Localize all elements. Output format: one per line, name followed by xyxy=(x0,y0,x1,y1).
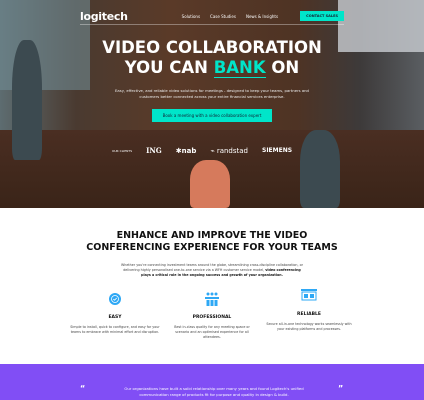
book-meeting-button[interactable]: Book a meeting with a video collaboratio… xyxy=(152,109,272,122)
clients-label: OUR CLIENTS xyxy=(112,148,133,153)
open-quote-icon: “ xyxy=(80,384,86,393)
feature-title: RELIABLE xyxy=(297,312,321,317)
hero-subtitle: Easy, effective, and reliable video solu… xyxy=(115,88,309,99)
nav-news-insights[interactable]: News & Insights xyxy=(246,14,278,19)
nav-divider xyxy=(80,24,344,25)
feature-title: EASY xyxy=(108,315,122,320)
nab-logo: ✱nab xyxy=(175,146,197,155)
hero-title-post: ON xyxy=(265,58,300,77)
ing-logo: ING xyxy=(146,146,162,155)
hero-section: logitech Solutions Case Studies News & I… xyxy=(0,0,424,208)
nav-case-studies[interactable]: Case Studies xyxy=(210,14,236,19)
logitech-logo[interactable]: logitech xyxy=(80,10,128,23)
testimonial-section: “ Our organizations have built a solid r… xyxy=(0,364,424,400)
feature-reliable: RELIABLE Secure all-in-one technology wo… xyxy=(264,288,354,332)
hero-photo-person xyxy=(300,130,340,208)
top-nav: logitech Solutions Case Studies News & I… xyxy=(80,8,344,24)
hero-title-pre: YOU CAN xyxy=(124,58,214,77)
hero-title-line1: VIDEO COLLABORATION xyxy=(102,38,322,57)
nav-solutions[interactable]: Solutions xyxy=(182,14,200,19)
feature-professional: PROFESSIONAL Best in-class quality for a… xyxy=(167,291,257,340)
intro-paragraph: Whether you're connecting investment tea… xyxy=(121,263,303,277)
testimonial-text: Our organizations have built a solid rel… xyxy=(124,386,304,397)
randstad-logo: ⌁ randstad xyxy=(210,146,248,155)
client-logos: OUR CLIENTS ING ✱nab ⌁ randstad SIEMENS xyxy=(112,146,292,155)
hero-title-accent: BANK xyxy=(213,58,266,78)
hero-photo-person xyxy=(190,160,230,208)
hero-title: VIDEO COLLABORATION YOU CAN BANK ON xyxy=(0,38,424,78)
section-title: ENHANCE AND IMPROVE THE VIDEO CONFERENCI… xyxy=(86,230,338,253)
feature-text: Secure all-in-one technology works seaml… xyxy=(266,322,352,331)
gear-check-icon xyxy=(70,291,160,307)
close-quote-icon: ” xyxy=(338,384,344,393)
siemens-logo: SIEMENS xyxy=(262,147,293,154)
team-icon xyxy=(167,291,257,307)
monitor-icon xyxy=(264,288,354,304)
feature-easy: EASY Simple to install, quick to configu… xyxy=(70,291,160,335)
feature-text: Simple to install, quick to configure, a… xyxy=(70,325,160,334)
feature-text: Best in-class quality for any meeting sp… xyxy=(174,325,250,339)
contact-sales-button[interactable]: CONTACT SALES xyxy=(300,11,344,21)
feature-title: PROFESSIONAL xyxy=(192,315,232,320)
